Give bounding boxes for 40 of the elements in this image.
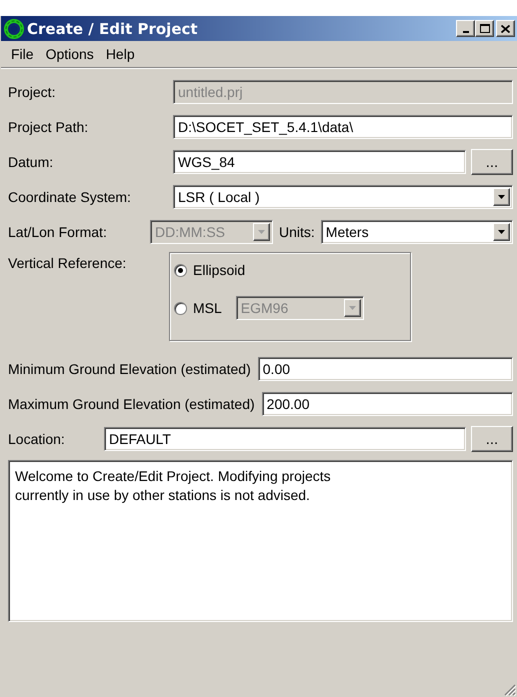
dropdown-arrow-icon [258, 230, 265, 234]
field-label: Datum: [8, 154, 54, 170]
field-label: Project Path: [8, 119, 90, 135]
app-icon [4, 18, 24, 38]
dropdown-arrow-icon [498, 195, 505, 199]
close-button[interactable] [496, 20, 515, 37]
resize-grip-icon[interactable] [504, 684, 516, 696]
field-label: Vertical Reference: [8, 255, 128, 271]
menu-item[interactable]: File [5, 46, 40, 62]
field-label: Lat/Lon Format: [8, 224, 108, 240]
dropdown[interactable]: Meters [320, 220, 513, 244]
radio-button[interactable] [174, 302, 187, 314]
menu-item[interactable]: Help [100, 46, 141, 62]
input-field[interactable]: 200.00 [262, 392, 513, 416]
input-field[interactable]: 0.00 [258, 357, 513, 381]
maximize-button[interactable] [475, 20, 494, 37]
radio-label: Ellipsoid [193, 262, 246, 278]
dropdown-arrow-icon [348, 306, 356, 310]
close-icon [501, 24, 510, 32]
minimize-button[interactable] [456, 20, 475, 37]
browse-button[interactable]: ... [471, 426, 513, 452]
field-label: Units: [279, 224, 315, 240]
radio-button[interactable] [174, 264, 187, 276]
dropdown-arrow-icon [498, 230, 505, 234]
message-text: Welcome to Create/Edit Project. Modifying projects currently in use by other stations is not advised. [15, 467, 332, 505]
browse-button[interactable]: ... [471, 149, 513, 175]
dropdown[interactable]: LSR ( Local ) [173, 185, 513, 209]
window-title: Create / Edit Project [27, 20, 199, 38]
menu-item[interactable]: Options [40, 46, 100, 62]
field-label: Project: [8, 84, 56, 100]
input-field[interactable]: DEFAULT [104, 427, 466, 451]
field-label: Coordinate System: [8, 189, 132, 205]
minimize-icon [462, 30, 468, 32]
maximize-icon [480, 24, 490, 33]
input-field[interactable]: D:\SOCET_SET_5.4.1\data\ [173, 115, 513, 139]
radio-label: MSL [193, 300, 222, 316]
field-label: Minimum Ground Elevation (estimated) [8, 361, 251, 377]
input-field[interactable]: WGS_84 [173, 150, 466, 174]
field-label: Location: [8, 431, 66, 447]
field-label: Maximum Ground Elevation (estimated) [8, 396, 255, 412]
